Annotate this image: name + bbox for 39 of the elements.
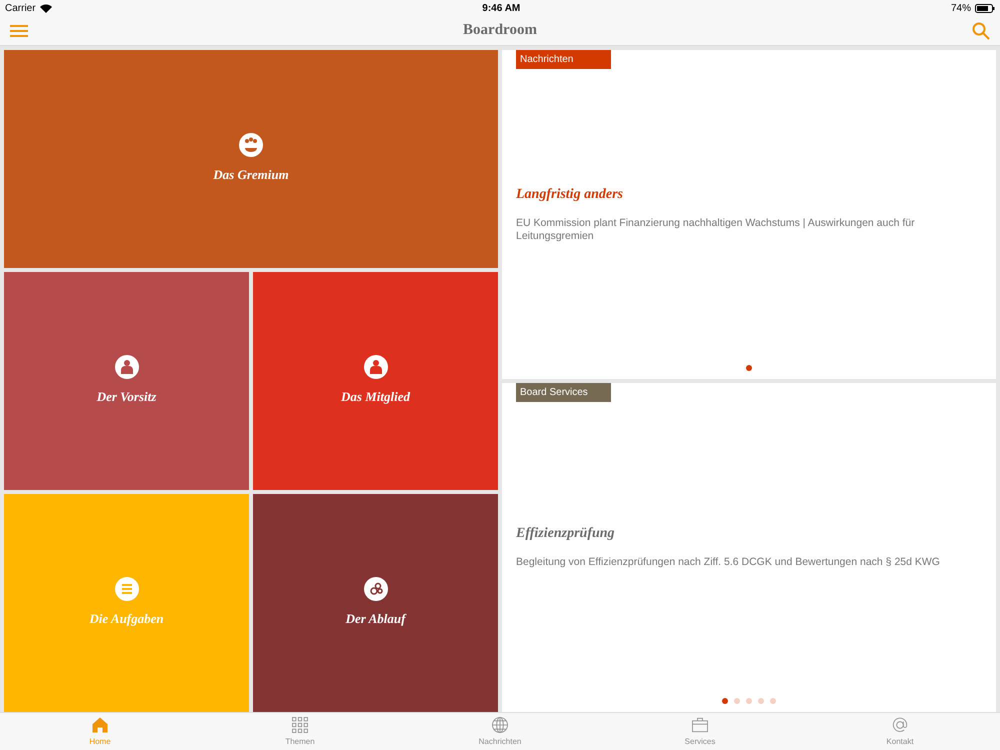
tab-bar-item[interactable]: Services <box>600 713 800 750</box>
card-title: Effizienzprüfung <box>516 525 616 543</box>
news-card[interactable]: Nachrichten Langfristig anders EU Kommission plant Finanzierung nachhaltigen Wachstums | Auswirkungen auch für Leitungsgremien <box>502 50 996 379</box>
tile-label: Das Gremium <box>213 166 289 184</box>
list-icon <box>114 577 138 602</box>
gears-icon <box>364 577 388 602</box>
tile-label: Der Ablauf <box>346 610 406 628</box>
grid-icon <box>290 715 310 735</box>
wifi-icon <box>40 4 52 12</box>
news-card[interactable]: Board Services Effizienzprüfung Begleitung von Effizienzprüfungen nach Ziff. 5.6 DCGK und Bewertungen nach § 25d KWG <box>502 383 996 712</box>
tab-bar-item[interactable]: Themen <box>200 713 400 750</box>
globe-icon <box>490 715 510 735</box>
at-icon <box>890 715 910 735</box>
briefcase-icon <box>690 715 710 735</box>
card-text: Begleitung von Effizienzprüfungen nach Ziff. 5.6 DCGK und Bewertungen nach § 25d KWG <box>516 556 941 569</box>
battery-icon <box>975 4 995 12</box>
card-title: Langfristig anders <box>516 186 624 204</box>
tab-bar-item[interactable]: Nachrichten <box>400 713 600 750</box>
tile-label: Der Vorsitz <box>96 388 156 406</box>
carrier-label: Carrier <box>5 2 36 16</box>
group-icon <box>239 133 263 158</box>
home-icon <box>90 715 110 735</box>
category-tag: Board Services <box>516 383 611 402</box>
tile-label: Die Aufgaben <box>89 610 164 628</box>
person-icon <box>114 355 138 380</box>
tile-label: Das Mitglied <box>341 388 410 406</box>
category-tile[interactable]: Der Vorsitz <box>4 272 249 490</box>
category-tile[interactable]: Das Mitglied <box>253 272 498 490</box>
status-time: 9:46 AM <box>482 2 520 16</box>
menu-icon[interactable] <box>10 24 28 38</box>
category-tile[interactable]: Der Ablauf <box>253 494 498 712</box>
search-icon[interactable] <box>972 22 990 40</box>
card-text: EU Kommission plant Finanzierung nachhaltigen Wachstums | Auswirkungen auch für Leitungsgremien <box>516 216 916 242</box>
person-icon <box>364 355 388 380</box>
category-tag: Nachrichten <box>516 50 611 69</box>
tab-bar-item[interactable]: Kontakt <box>800 713 1000 750</box>
battery-level: 74% <box>950 2 971 16</box>
category-tile[interactable]: Das Gremium <box>4 50 498 268</box>
nav-title: Boardroom <box>463 21 537 40</box>
